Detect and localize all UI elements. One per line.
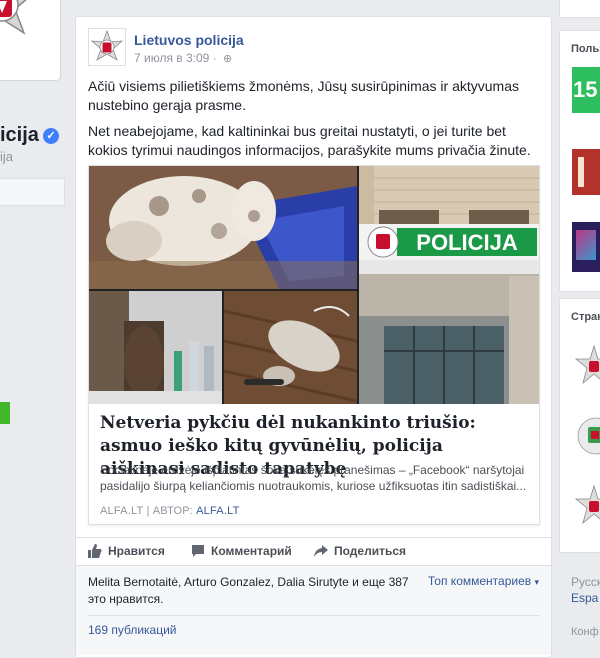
comment-icon bbox=[192, 545, 204, 557]
link-preview-card[interactable]: POLICIJA Netveria pykčiu dėl nukankinto … bbox=[88, 165, 540, 525]
like-button[interactable]: Нравится bbox=[88, 544, 165, 558]
footer-language-2[interactable]: Espa bbox=[571, 591, 598, 605]
top-comments-label: Топ комментариев bbox=[427, 574, 532, 588]
link-author[interactable]: ALFA.LT bbox=[196, 505, 239, 517]
right-column: Польз 15 Стран bbox=[559, 0, 600, 646]
comment-button[interactable]: Комментарий bbox=[191, 544, 292, 558]
globe-icon: ⊕ bbox=[223, 53, 233, 65]
post-author-avatar[interactable] bbox=[88, 28, 126, 66]
right-section-header: Стран bbox=[571, 311, 600, 323]
verified-icon: ✓ bbox=[42, 127, 59, 144]
suggestion-thumb-1[interactable]: 15 bbox=[572, 67, 600, 113]
rabbit-photo bbox=[89, 166, 357, 289]
thumbs-up-icon bbox=[88, 544, 102, 558]
post-paragraph: Ačiū visiems pilietiškiems žmonėms, Jūsų… bbox=[88, 78, 520, 113]
evidence-photo-2 bbox=[224, 291, 357, 404]
badge-15-text: 15 bbox=[573, 77, 598, 102]
left-nav-box[interactable] bbox=[0, 178, 65, 206]
share-label: Поделиться bbox=[334, 544, 407, 558]
post-text: Ačiū visiems pilietiškiems žmonėms, Jūsų… bbox=[88, 77, 538, 167]
comment-label: Комментарий bbox=[211, 544, 292, 558]
link-source-domain: ALFA.LT bbox=[100, 505, 144, 517]
post-card: Lietuvos policija 7 июля в 3:09 · ⊕ Ačiū… bbox=[75, 16, 552, 658]
caret-down-icon: ▾ bbox=[534, 577, 539, 587]
police-sign-text: POLICIJA bbox=[416, 230, 518, 255]
footer-privacy[interactable]: Конф bbox=[571, 626, 599, 638]
likes-row: Melita Bernotaitė, Arturo Gonzalez, Dali… bbox=[76, 565, 551, 615]
footer-language[interactable]: Русск bbox=[571, 575, 600, 589]
shares-row: 169 публикаций bbox=[76, 615, 551, 655]
right-pages-box: Стран bbox=[559, 298, 600, 553]
post-timestamp[interactable]: 7 июля в 3:09 · ⊕ bbox=[134, 51, 232, 65]
police-badge-icon bbox=[577, 417, 600, 455]
police-station-photo: POLICIJA bbox=[359, 166, 539, 404]
link-preview-image[interactable]: POLICIJA bbox=[89, 166, 539, 404]
logo-bar-icon bbox=[578, 157, 584, 187]
page-profile-picture[interactable] bbox=[0, 0, 60, 80]
suggestion-thumb-3[interactable] bbox=[572, 222, 600, 272]
post-author-name[interactable]: Lietuvos policija bbox=[134, 32, 244, 48]
page-thumb-2[interactable] bbox=[572, 411, 600, 461]
page-thumb-1[interactable] bbox=[572, 341, 600, 391]
divider bbox=[76, 565, 551, 566]
likes-summary[interactable]: Melita Bernotaitė, Arturo Gonzalez, Dali… bbox=[88, 574, 418, 608]
post-paragraph: Net neabejojame, kad kaltininkai bus gre… bbox=[88, 123, 531, 158]
right-suggestions-box: Польз 15 bbox=[559, 30, 600, 292]
suggestion-thumb-2[interactable] bbox=[572, 149, 600, 195]
post-header: Lietuvos policija 7 июля в 3:09 · ⊕ bbox=[88, 28, 528, 70]
page-thumb-3[interactable] bbox=[572, 481, 600, 531]
link-author-label: АВТОР: bbox=[152, 505, 193, 517]
left-column: icija ✓ ija bbox=[0, 0, 73, 646]
abstract-logo-icon bbox=[576, 230, 596, 260]
post-time[interactable]: 7 июля в 3:09 · bbox=[134, 51, 217, 65]
left-page-handle: ija bbox=[0, 149, 14, 164]
link-source: ALFA.LT | АВТОР: ALFA.LT bbox=[100, 505, 240, 517]
left-green-button[interactable] bbox=[0, 402, 10, 424]
police-star-icon bbox=[90, 29, 124, 61]
share-arrow-icon bbox=[314, 545, 328, 557]
link-preview-body[interactable]: Netveria pykčiu dėl nukankinto triušio: … bbox=[89, 404, 539, 524]
police-star-icon bbox=[574, 344, 600, 385]
right-section-header: Польз bbox=[571, 43, 600, 55]
top-comments-dropdown[interactable]: Топ комментариев ▾ bbox=[428, 574, 539, 588]
link-description: Socialinėje erdvėje išplatintas šoką suk… bbox=[100, 463, 527, 493]
right-top-box bbox=[559, 0, 600, 18]
police-star-logo bbox=[0, 0, 27, 35]
police-star-icon bbox=[574, 484, 600, 525]
post-actions: Нравится Комментарий Поделиться bbox=[88, 539, 538, 565]
divider bbox=[88, 615, 539, 616]
divider bbox=[76, 537, 551, 538]
share-button[interactable]: Поделиться bbox=[314, 544, 406, 558]
like-label: Нравится bbox=[108, 544, 165, 558]
shares-count-link[interactable]: 169 публикаций bbox=[88, 623, 177, 637]
evidence-photo-1 bbox=[89, 291, 222, 404]
left-page-name[interactable]: icija ✓ bbox=[0, 124, 59, 147]
